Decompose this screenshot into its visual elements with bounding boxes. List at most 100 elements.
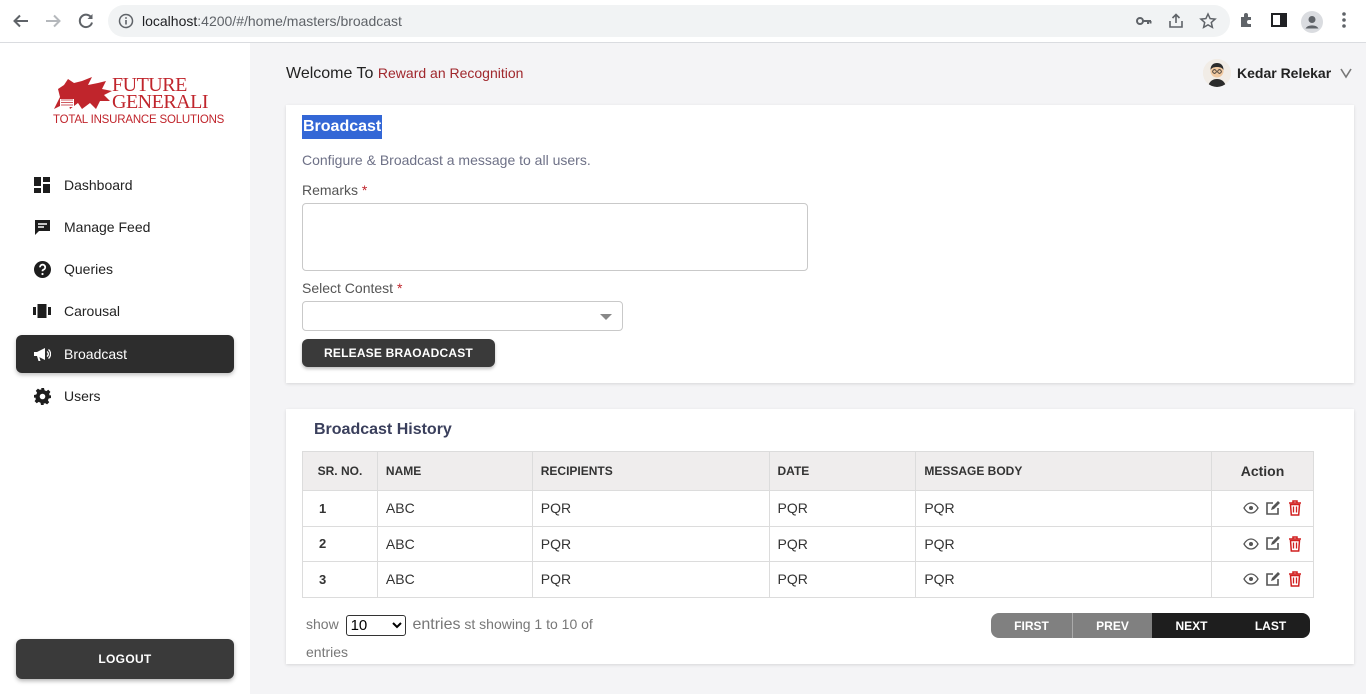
cell-recipients: PQR	[531, 490, 770, 527]
app-name: Reward an Recognition	[377, 65, 524, 81]
next-page-button[interactable]: NEXT	[1152, 613, 1231, 638]
welcome-heading: Welcome To Reward an Recognition	[286, 65, 523, 83]
chat-icon	[33, 218, 51, 236]
row-actions	[1220, 535, 1313, 553]
key-icon[interactable]	[1135, 12, 1153, 30]
address-bar[interactable]: localhost:4200/#/home/masters/broadcast	[108, 5, 1230, 37]
delete-trash-icon[interactable]	[1286, 570, 1304, 588]
cell-name: ABC	[376, 490, 533, 527]
show-label: show	[306, 616, 339, 633]
cell-name: ABC	[376, 561, 533, 598]
gear-icon	[33, 387, 51, 405]
remarks-field[interactable]	[302, 203, 808, 271]
sidebar-item-label: Manage Feed	[64, 219, 151, 235]
entries-label: entries	[412, 616, 461, 634]
site-info-icon[interactable]	[118, 13, 134, 34]
delete-trash-icon[interactable]	[1286, 535, 1304, 553]
sidebar: FUTURE GENERALI TOTAL INSURANCE SOLUTION…	[0, 43, 250, 694]
remarks-label-text: Remarks	[302, 182, 359, 198]
column-header-sr-no: SR. NO.	[302, 451, 378, 491]
table-row: 3 ABC PQR PQR PQR	[302, 561, 1315, 598]
sidebar-item-broadcast[interactable]: Broadcast	[16, 335, 234, 373]
browser-menu-icon[interactable]	[1336, 11, 1356, 31]
view-eye-icon[interactable]	[1242, 570, 1260, 588]
first-page-button[interactable]: FIRST	[991, 613, 1073, 638]
prev-page-button[interactable]: PREV	[1073, 613, 1152, 638]
cell-date: PQR	[768, 561, 917, 598]
browser-toolbar: localhost:4200/#/home/masters/broadcast	[0, 0, 1366, 43]
table-row: 2 ABC PQR PQR PQR	[302, 525, 1315, 562]
cell-date: PQR	[768, 490, 917, 527]
table-header-row: SR. NO. NAME RECIPIENTS DATE MESSAGE BOD…	[302, 451, 1315, 491]
required-mark: *	[361, 182, 368, 198]
view-eye-icon[interactable]	[1242, 535, 1260, 553]
future-generali-logo[interactable]: FUTURE GENERALI TOTAL INSURANCE SOLUTION…	[52, 75, 224, 131]
dashboard-icon	[33, 176, 51, 194]
share-icon[interactable]	[1167, 12, 1185, 30]
edit-icon[interactable]	[1264, 535, 1282, 553]
logout-button[interactable]: LOGOUT	[16, 639, 234, 679]
sidebar-item-carousal[interactable]: Carousal	[16, 292, 234, 330]
user-menu[interactable]: Kedar Relekar	[1203, 54, 1358, 92]
row-actions	[1220, 570, 1313, 588]
page-size-select[interactable]: 10	[345, 615, 406, 636]
cell-message-body: PQR	[915, 490, 1212, 527]
sidebar-item-queries[interactable]: Queries	[16, 250, 234, 288]
history-title: Broadcast History	[314, 421, 452, 438]
edit-icon[interactable]	[1264, 570, 1282, 588]
sidebar-item-label: Queries	[64, 261, 114, 277]
sidebar-item-label: Dashboard	[64, 177, 133, 193]
column-header-name: NAME	[376, 451, 533, 491]
cell-message-body: PQR	[915, 561, 1212, 598]
edit-icon[interactable]	[1264, 499, 1282, 517]
welcome-prefix: Welcome To	[286, 65, 374, 82]
cell-sr-no: 2	[302, 525, 378, 562]
profile-icon[interactable]	[1301, 11, 1323, 33]
cell-sr-no: 3	[302, 561, 378, 598]
column-header-recipients: RECIPIENTS	[531, 451, 770, 491]
cell-actions	[1210, 561, 1315, 598]
sidebar-item-manage-feed[interactable]: Manage Feed	[16, 208, 234, 246]
broadcast-form-card: Broadcast Configure & Broadcast a messag…	[286, 105, 1354, 383]
delete-trash-icon[interactable]	[1286, 499, 1304, 517]
chevron-down-icon[interactable]	[1339, 66, 1353, 80]
cell-name: ABC	[376, 525, 533, 562]
table-row: 1 ABC PQR PQR PQR	[302, 490, 1315, 527]
entries-label-wrapped: entries	[306, 644, 349, 660]
brand-name-line2: GENERALI	[112, 91, 208, 113]
page-subtitle: Configure & Broadcast a message to all u…	[302, 152, 591, 168]
url-text: localhost:4200/#/home/masters/broadcast	[142, 13, 402, 29]
column-header-message-body: MESSAGE BODY	[915, 451, 1212, 491]
sidebar-item-label: Broadcast	[64, 346, 128, 362]
bookmark-star-icon[interactable]	[1199, 12, 1217, 30]
extensions-icon[interactable]	[1238, 11, 1258, 31]
brand-tagline: TOTAL INSURANCE SOLUTIONS	[53, 114, 225, 126]
help-circle-icon	[33, 260, 51, 278]
brand-name: FUTURE GENERALI	[112, 75, 208, 113]
release-broadcast-button[interactable]: RELEASE BRAOADCAST	[302, 339, 495, 367]
cell-recipients: PQR	[531, 561, 770, 598]
page-size-control: show 10 entries st showing 1 to 10 of	[306, 615, 593, 636]
history-table: SR. NO. NAME RECIPIENTS DATE MESSAGE BOD…	[302, 451, 1315, 598]
pagination: FIRST PREV NEXT LAST	[991, 613, 1310, 638]
reload-icon[interactable]	[75, 10, 97, 32]
contest-select[interactable]	[302, 301, 623, 331]
forward-icon[interactable]	[42, 10, 64, 32]
user-name: Kedar Relekar	[1237, 65, 1332, 81]
url-path: :4200/#/home/masters/broadcast	[197, 13, 402, 29]
sidebar-item-users[interactable]: Users	[16, 377, 234, 415]
broadcast-history-card: Broadcast History SR. NO. NAME RECIPIENT…	[286, 409, 1354, 664]
dropdown-caret-icon	[600, 314, 612, 320]
carousel-icon	[33, 302, 51, 320]
side-panel-icon[interactable]	[1270, 11, 1290, 31]
view-eye-icon[interactable]	[1242, 499, 1260, 517]
contest-label-text: Select Contest	[302, 280, 394, 296]
back-icon[interactable]	[10, 10, 32, 32]
sidebar-item-label: Carousal	[64, 303, 121, 319]
showing-text: st showing 1 to 10 of	[464, 616, 593, 633]
contest-label: Select Contest *	[302, 280, 402, 296]
lion-logo-icon	[54, 77, 112, 109]
last-page-button[interactable]: LAST	[1231, 613, 1310, 638]
sidebar-item-dashboard[interactable]: Dashboard	[16, 166, 234, 204]
column-header-date: DATE	[768, 451, 917, 491]
